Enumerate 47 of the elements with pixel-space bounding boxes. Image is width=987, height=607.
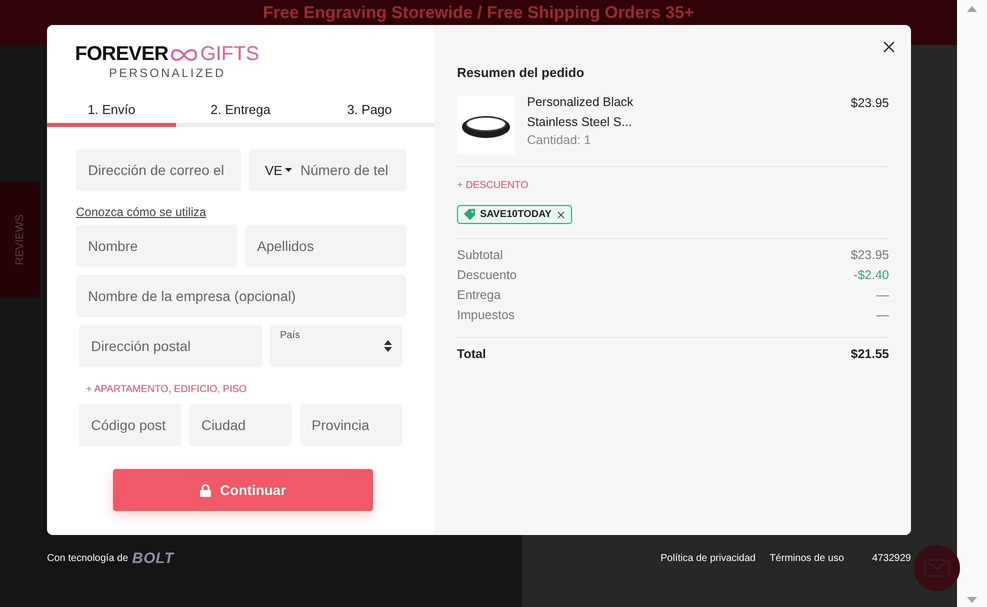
total-value: — — [876, 307, 889, 324]
footer-link[interactable]: Términos de uso — [770, 553, 844, 564]
promo-text: Free Engraving Storewide / Free Shipping Orders 35+ — [262, 3, 694, 23]
total-value: -$2.40 — [854, 267, 889, 284]
logo-text: GIFTS — [200, 43, 260, 66]
total-label: Descuento — [457, 267, 517, 284]
product-name: Personalized Black Stainless Steel S... — [527, 94, 634, 131]
total-label: Subtotal — [457, 247, 503, 264]
phone-field[interactable]: VE Número de tel — [249, 149, 406, 191]
address-field[interactable]: Dirección postal — [79, 325, 262, 367]
company-field[interactable]: Nombre de la empresa (opcional) — [76, 275, 406, 317]
name-field[interactable]: Nombre — [76, 225, 237, 267]
summary-title: Resumen del pedido — [457, 65, 586, 80]
total-value: $21.55 — [850, 346, 889, 363]
step-tab[interactable]: 3. Pago — [305, 102, 434, 127]
sort-arrows-icon — [384, 340, 392, 352]
tag-icon — [464, 209, 475, 220]
name-field[interactable]: Apellidos — [245, 225, 406, 267]
step-tab[interactable]: 2. Entrega — [176, 102, 305, 127]
remove-icon[interactable] — [556, 210, 565, 218]
product-quantity: Cantidad: 1 — [527, 133, 592, 147]
bolt-logo: BOLT — [132, 550, 174, 567]
address-field[interactable]: Código post — [79, 404, 182, 446]
logo-text: FOREVER — [75, 43, 168, 66]
address-field[interactable]: Provincia — [300, 404, 402, 446]
logo-tagline: PERSONALIZED — [109, 66, 226, 80]
country-code-dropdown[interactable]: VE — [265, 162, 292, 178]
order-code: 4732929 — [872, 553, 911, 564]
discount-code-tag: SAVE10TODAY — [457, 205, 572, 224]
lock-icon — [200, 484, 211, 496]
address-field[interactable]: Ciudad — [189, 404, 292, 446]
product-price: $23.95 — [850, 96, 889, 112]
caret-icon — [285, 168, 292, 172]
total-label: Total — [457, 346, 486, 363]
ring-photo — [457, 96, 515, 154]
powered-by-text: Con tecnología de — [47, 553, 128, 564]
add-address-line-link[interactable]: + APARTAMENTO, EDIFICIO, PISO — [86, 384, 247, 395]
total-label: Entrega — [457, 287, 501, 304]
country-select[interactable]: País — [270, 325, 402, 367]
help-link[interactable]: Conozca cómo se utiliza — [76, 205, 206, 219]
step-tab[interactable]: 1. Envío — [47, 102, 176, 127]
email-field[interactable]: Dirección de correo el — [76, 149, 241, 191]
close-icon[interactable] — [883, 41, 895, 53]
total-value: — — [876, 287, 889, 304]
total-label: Impuestos — [457, 307, 515, 324]
total-value: $23.95 — [850, 247, 889, 264]
footer-link[interactable]: Política de privacidad — [660, 553, 756, 564]
